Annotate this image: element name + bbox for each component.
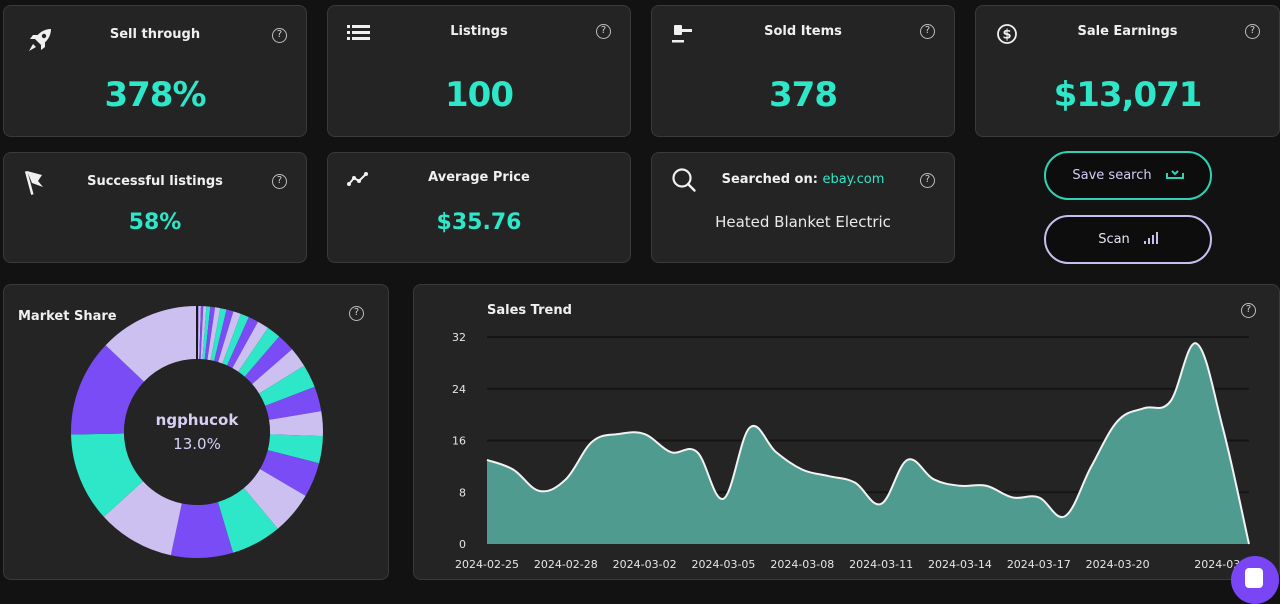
data-point[interactable] <box>796 464 808 476</box>
data-point[interactable] <box>1033 491 1045 503</box>
data-point[interactable] <box>823 470 835 482</box>
listings-card: Listings ? 100 <box>327 5 631 137</box>
data-point[interactable] <box>1007 491 1019 503</box>
data-point[interactable] <box>770 446 782 458</box>
search-info-card: Searched on: ebay.com ? Heated Blanket E… <box>651 152 955 263</box>
data-point[interactable] <box>481 454 493 466</box>
sold-items-value: 378 <box>769 75 838 115</box>
donut-center-label: ngphucok <box>155 411 239 429</box>
data-point[interactable] <box>560 473 572 485</box>
data-point[interactable] <box>1059 510 1071 522</box>
x-tick-label: 2024-02-28 <box>534 558 598 571</box>
market-share-donut <box>70 306 323 558</box>
data-point[interactable] <box>534 485 546 497</box>
x-tick-label: 2024-03-14 <box>928 558 992 571</box>
data-point[interactable] <box>1138 402 1150 414</box>
y-tick-label: 16 <box>452 435 466 448</box>
sell-through-card: Sell through ? 378% <box>3 5 307 137</box>
x-tick-label: 2024-03-11 <box>849 558 913 571</box>
searched-on-label: Searched on: ebay.com <box>652 172 954 187</box>
data-point[interactable] <box>507 464 519 476</box>
listings-title: Listings <box>450 24 508 39</box>
help-icon[interactable]: ? <box>272 174 287 189</box>
y-tick-label: 24 <box>452 383 466 396</box>
scan-button[interactable]: Scan <box>1044 215 1212 264</box>
data-point[interactable] <box>1243 538 1255 550</box>
search-query: Heated Blanket Electric <box>715 213 891 231</box>
data-point[interactable] <box>612 428 624 440</box>
data-point[interactable] <box>849 477 861 489</box>
sale-earnings-title: Sale Earnings <box>1077 24 1178 39</box>
x-tick-label: 2024-03-17 <box>1007 558 1071 571</box>
chat-icon <box>1245 568 1263 588</box>
data-point[interactable] <box>1085 460 1097 472</box>
data-point[interactable] <box>954 480 966 492</box>
donut-hole <box>124 359 270 505</box>
data-point[interactable] <box>665 446 677 458</box>
save-search-button[interactable]: Save search <box>1044 151 1212 200</box>
data-point[interactable] <box>1190 337 1202 349</box>
market-share-panel: Market Share ? ngphucok 13.0% <box>3 284 389 580</box>
x-tick-label: 2024-03-08 <box>770 558 834 571</box>
chat-widget-button[interactable] <box>1231 556 1279 604</box>
data-point[interactable] <box>1164 396 1176 408</box>
sell-through-value: 378% <box>104 75 206 115</box>
average-price-card: Average Price $35.76 <box>327 152 631 263</box>
data-point[interactable] <box>586 436 598 448</box>
searched-on-text: Searched on: <box>721 172 818 187</box>
average-price-value: $35.76 <box>436 210 522 235</box>
data-point[interactable] <box>717 493 729 505</box>
download-tray-icon <box>1165 168 1184 184</box>
y-tick-label: 8 <box>459 486 466 499</box>
sales-trend-panel: Sales Trend ? 0 8 16 24 32 2024-02-25 2024-02-… <box>413 284 1280 580</box>
sales-trend-chart: 0 8 16 24 32 2024-02-25 2024-02-28 2024-03-02 20… <box>452 331 1255 571</box>
sale-earnings-card: $ Sale Earnings ? $13,071 <box>975 5 1280 137</box>
sales-area <box>487 343 1249 544</box>
successful-listings-card: Successful listings ? 58% <box>3 152 307 263</box>
data-point[interactable] <box>901 454 913 466</box>
data-point[interactable] <box>744 422 756 434</box>
data-point[interactable] <box>1217 422 1229 434</box>
y-tick-label: 0 <box>459 538 466 551</box>
listings-value: 100 <box>445 75 514 115</box>
signal-bars-icon <box>1143 231 1158 248</box>
help-icon[interactable]: ? <box>920 173 935 188</box>
successful-listings-value: 58% <box>128 210 182 235</box>
data-point[interactable] <box>875 498 887 510</box>
help-icon[interactable]: ? <box>272 28 287 43</box>
help-icon[interactable]: ? <box>596 24 611 39</box>
x-tick-label: 2024-03-05 <box>692 558 756 571</box>
x-tick-label: 2024-03-20 <box>1086 558 1150 571</box>
sale-earnings-value: $13,071 <box>1053 75 1203 115</box>
x-tick-label: 2024-03-02 <box>613 558 677 571</box>
successful-listings-title: Successful listings <box>87 174 223 189</box>
x-tick-label: 2024-02-25 <box>455 558 519 571</box>
data-point[interactable] <box>928 473 940 485</box>
sold-items-card: Sold Items ? 378 <box>651 5 955 137</box>
sell-through-title: Sell through <box>109 27 201 42</box>
data-point[interactable] <box>980 480 992 492</box>
data-point[interactable] <box>1112 415 1124 427</box>
average-price-title: Average Price <box>428 170 530 185</box>
save-search-label: Save search <box>1072 168 1152 183</box>
donut-center-value: 13.0% <box>173 435 221 453</box>
data-point[interactable] <box>691 446 703 458</box>
sold-items-title: Sold Items <box>764 24 842 39</box>
data-point[interactable] <box>639 428 651 440</box>
scan-label: Scan <box>1098 232 1130 247</box>
help-icon[interactable]: ? <box>1245 24 1260 39</box>
y-tick-label: 32 <box>452 331 466 344</box>
help-icon[interactable]: ? <box>920 24 935 39</box>
search-site-link[interactable]: ebay.com <box>822 172 884 187</box>
